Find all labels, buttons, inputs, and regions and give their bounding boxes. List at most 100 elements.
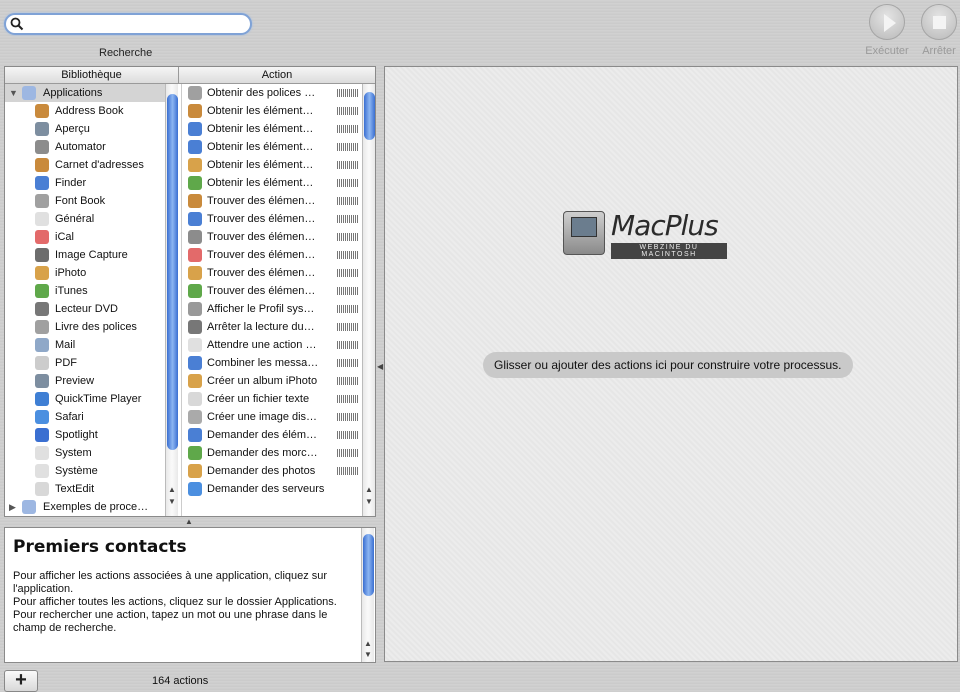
library-item[interactable]: Automator	[5, 138, 165, 156]
search-field[interactable]	[4, 13, 252, 35]
address-book-icon	[35, 158, 49, 172]
actions-item[interactable]: Trouver des élémen…	[182, 246, 361, 264]
actions-item-label: Créer un album iPhoto	[207, 375, 318, 387]
scroll-up-arrow-icon[interactable]: ▲	[363, 484, 375, 495]
library-column-header[interactable]: Bibliothèque	[5, 67, 179, 84]
library-scroll-thumb[interactable]	[167, 94, 178, 450]
actions-item[interactable]: Afficher le Profil sys…	[182, 300, 361, 318]
library-item-label: Finder	[55, 177, 87, 189]
action-scrollbar[interactable]: ▲ ▼	[362, 84, 375, 516]
search-input[interactable]	[26, 16, 246, 32]
library-item[interactable]: Address Book	[5, 102, 165, 120]
actions-item[interactable]: Attendre une action …	[182, 336, 361, 354]
vertical-splitter-handle-icon[interactable]: ◀	[377, 362, 383, 371]
itunes-icon	[188, 176, 202, 190]
scroll-up-arrow-icon[interactable]: ▲	[362, 638, 374, 649]
actions-item[interactable]: Obtenir des polices …	[182, 84, 361, 102]
textedit-icon	[35, 482, 49, 496]
scroll-down-arrow-icon[interactable]: ▼	[362, 649, 374, 660]
actions-item[interactable]: Trouver des élémen…	[182, 228, 361, 246]
actions-item-label: Trouver des élémen…	[207, 285, 316, 297]
relevance-bar-icon	[337, 269, 359, 277]
add-button[interactable]: +	[4, 670, 38, 692]
actions-item-label: Créer un fichier texte	[207, 393, 310, 405]
run-button[interactable]: Exécuter	[865, 4, 909, 57]
camera-icon	[35, 248, 49, 262]
library-item-label: Spotlight	[55, 429, 98, 441]
library-item[interactable]: Lecteur DVD	[5, 300, 165, 318]
description-line: Pour afficher toutes les actions, clique…	[13, 596, 337, 608]
workflow-area[interactable]: MacPlus WEBZINE DU MACINTOSH Glisser ou …	[384, 66, 958, 662]
library-item[interactable]: ▶ Exemples de proce…	[5, 498, 165, 516]
relevance-bar-icon	[337, 107, 359, 115]
action-column-header[interactable]: Action	[179, 67, 375, 84]
actions-item[interactable]: Trouver des élémen…	[182, 282, 361, 300]
library-item[interactable]: Système	[5, 462, 165, 480]
library-item[interactable]: ▼ Applications	[5, 84, 165, 102]
actions-item[interactable]: Créer un fichier texte	[182, 390, 361, 408]
actions-item[interactable]: Demander des serveurs	[182, 480, 361, 498]
library-item[interactable]: Carnet d'adresses	[5, 156, 165, 174]
actions-item[interactable]: Obtenir les élément…	[182, 156, 361, 174]
library-item[interactable]: Image Capture	[5, 246, 165, 264]
library-item[interactable]: iCal	[5, 228, 165, 246]
disclosure-closed-icon[interactable]: ▶	[9, 498, 16, 516]
library-item[interactable]: Mail	[5, 336, 165, 354]
actions-item[interactable]: Créer une image dis…	[182, 408, 361, 426]
description-scrollbar[interactable]: ▲ ▼	[361, 528, 374, 662]
scroll-up-arrow-icon[interactable]: ▲	[166, 484, 178, 495]
action-count: 164 actions	[152, 675, 209, 687]
logo-brand: MacPlus	[611, 209, 719, 242]
library-item[interactable]: iTunes	[5, 282, 165, 300]
actions-item[interactable]: Créer un album iPhoto	[182, 372, 361, 390]
actions-item-label: Obtenir les élément…	[207, 105, 314, 117]
stop-button[interactable]: Arrêter	[919, 4, 959, 57]
actions-item[interactable]: Arrêter la lecture du…	[182, 318, 361, 336]
actions-item[interactable]: Obtenir les élément…	[182, 138, 361, 156]
library-item[interactable]: Général	[5, 210, 165, 228]
relevance-bar-icon	[337, 233, 359, 241]
scroll-down-arrow-icon[interactable]: ▼	[363, 496, 375, 507]
library-item[interactable]: System	[5, 444, 165, 462]
library-item[interactable]: iPhoto	[5, 264, 165, 282]
actions-item-label: Trouver des élémen…	[207, 195, 316, 207]
library-item[interactable]: Preview	[5, 372, 165, 390]
actions-item[interactable]: Demander des morc…	[182, 444, 361, 462]
actions-item-label: Trouver des élémen…	[207, 231, 316, 243]
actions-item-label: Afficher le Profil sys…	[207, 303, 315, 315]
action-scroll-thumb[interactable]	[364, 92, 375, 140]
actions-item[interactable]: Demander des photos	[182, 462, 361, 480]
library-item[interactable]: TextEdit	[5, 480, 165, 498]
horizontal-splitter-handle-icon[interactable]: ▲	[185, 517, 193, 526]
actions-item[interactable]: Obtenir les élément…	[182, 174, 361, 192]
description-scroll-thumb[interactable]	[363, 534, 374, 596]
actions-item-label: Attendre une action …	[207, 339, 317, 351]
ical-icon	[35, 230, 49, 244]
library-item[interactable]: Spotlight	[5, 426, 165, 444]
library-item[interactable]: Aperçu	[5, 120, 165, 138]
library-item[interactable]: Font Book	[5, 192, 165, 210]
library-item-label: Preview	[55, 375, 95, 387]
disclosure-open-icon[interactable]: ▼	[9, 84, 18, 102]
actions-item[interactable]: Trouver des élémen…	[182, 192, 361, 210]
library-item[interactable]: Finder	[5, 174, 165, 192]
actions-item[interactable]: Obtenir les élément…	[182, 102, 361, 120]
relevance-bar-icon	[337, 143, 359, 151]
actions-item[interactable]: Demander des élém…	[182, 426, 361, 444]
library-item[interactable]: QuickTime Player	[5, 390, 165, 408]
library-item[interactable]: Livre des polices	[5, 318, 165, 336]
mac-computer-icon	[563, 211, 605, 255]
relevance-bar-icon	[337, 431, 359, 439]
library-scrollbar[interactable]: ▲ ▼	[165, 84, 178, 516]
relevance-bar-icon	[337, 179, 359, 187]
scroll-down-arrow-icon[interactable]: ▼	[166, 496, 178, 507]
actions-item[interactable]: Obtenir les élément…	[182, 120, 361, 138]
actions-item[interactable]: Combiner les messa…	[182, 354, 361, 372]
textedit-icon	[188, 392, 202, 406]
folder-icon	[22, 500, 36, 514]
actions-item[interactable]: Trouver des élémen…	[182, 264, 361, 282]
actions-item[interactable]: Trouver des élémen…	[182, 210, 361, 228]
library-item[interactable]: Safari	[5, 408, 165, 426]
library-item[interactable]: PDF	[5, 354, 165, 372]
address-book-icon	[188, 104, 202, 118]
